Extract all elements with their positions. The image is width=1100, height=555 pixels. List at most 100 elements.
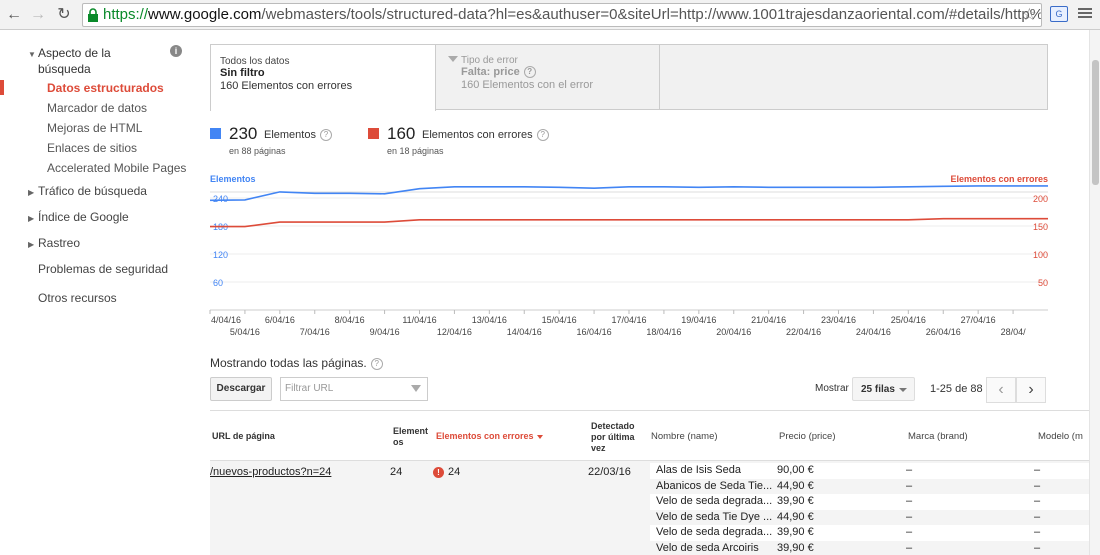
header-name[interactable]: Nombre (name) xyxy=(651,431,718,442)
x-tick-label: 15/04/16 xyxy=(542,315,577,325)
tab-error-type[interactable]: Tipo de error Falta: price? 160 Elemento… xyxy=(436,44,660,110)
sidebar-group-crawl[interactable]: ▶ Rastreo xyxy=(28,236,80,250)
showing-label: Mostrando todas las páginas. xyxy=(210,356,367,370)
x-tick-label: 22/04/16 xyxy=(786,327,821,337)
back-arrow-icon[interactable]: ← xyxy=(4,5,24,25)
collapsed-triangle-icon: ▶ xyxy=(28,214,35,223)
x-tick-label: 25/04/16 xyxy=(891,315,926,325)
reload-icon[interactable]: ↻ xyxy=(54,5,74,25)
collapsed-triangle-icon: ▶ xyxy=(28,240,35,249)
list-item: Velo de seda Arcoiris 39,90 € – – xyxy=(650,541,1089,555)
group-label: Índice de Google xyxy=(38,210,129,224)
right-tick-label: 50 xyxy=(1038,278,1048,288)
tab-all-title: Sin filtro xyxy=(220,67,265,79)
rows-per-page-select[interactable]: 25 filas xyxy=(852,377,915,401)
x-tick-label: 24/04/16 xyxy=(856,327,891,337)
sidebar-item-structured-data[interactable]: Datos estructurados xyxy=(47,81,164,95)
address-bar[interactable]: https://www.google.com/webmasters/tools/… xyxy=(82,3,1042,27)
header-detected[interactable]: Detectado por última vez xyxy=(591,421,635,454)
url-text: https://www.google.com/webmasters/tools/… xyxy=(103,6,1041,23)
sidebar-item-other-resources[interactable]: Otros recursos xyxy=(38,291,117,305)
section-title-line1: Aspecto de la xyxy=(38,46,111,60)
forward-arrow-icon[interactable]: → xyxy=(28,5,48,25)
info-icon[interactable]: i xyxy=(170,45,182,57)
tab-all-small: Todos los datos xyxy=(220,56,290,67)
x-tick-label: 9/04/16 xyxy=(370,327,400,337)
header-price[interactable]: Precio (price) xyxy=(779,431,836,442)
right-tick-label: 100 xyxy=(1033,250,1048,260)
tab-error-title-text: Falta: price xyxy=(461,66,520,78)
row-url-link[interactable]: /nuevos-productos?n=24 xyxy=(210,466,331,478)
product-name: Velo de seda Tie Dye ... xyxy=(656,510,773,523)
next-page-button[interactable]: › xyxy=(1016,377,1046,403)
browser-menu-icon[interactable] xyxy=(1078,6,1092,22)
items-count: 230 xyxy=(229,124,258,143)
tab-all-data[interactable]: Todos los datos Sin filtro 160 Elementos… xyxy=(210,44,436,111)
filter-funnel-icon[interactable] xyxy=(411,385,421,392)
row-errors-value: 24 xyxy=(448,466,461,478)
help-icon[interactable]: ? xyxy=(370,357,383,370)
x-tick-label: 5/04/16 xyxy=(230,327,260,337)
collapsed-triangle-icon: ▶ xyxy=(28,188,35,197)
right-tick-label: 150 xyxy=(1033,222,1048,232)
errors-pages: en 18 páginas xyxy=(387,146,444,156)
x-tick-label: 14/04/16 xyxy=(507,327,542,337)
product-price: 39,90 € xyxy=(777,541,814,554)
sidebar-section-search-appearance[interactable]: ▼ Aspecto de la búsqueda xyxy=(28,46,111,76)
bookmark-star-icon[interactable]: ☆ xyxy=(1022,5,1037,25)
items-label-text: Elementos xyxy=(264,129,316,141)
product-name: Alas de Isis Seda xyxy=(656,464,741,476)
sidebar-group-search-traffic[interactable]: ▶ Tráfico de búsqueda xyxy=(28,184,147,198)
sidebar-item-security-issues[interactable]: Problemas de seguridad xyxy=(38,262,168,276)
scrollbar-thumb[interactable] xyxy=(1092,60,1099,185)
header-model[interactable]: Modelo (m xyxy=(1038,431,1083,442)
header-errors[interactable]: Elementos con errores xyxy=(436,431,543,442)
errors-label: Elementos con errores? xyxy=(422,129,549,142)
sidebar-item-sitelinks[interactable]: Enlaces de sitios xyxy=(47,141,137,155)
extension-icon[interactable]: G xyxy=(1050,6,1068,22)
row-items: 24 xyxy=(390,466,403,478)
prev-page-button[interactable]: ‹ xyxy=(986,377,1016,403)
header-errors-text: Elementos con errores xyxy=(436,431,534,441)
browser-toolbar: ← → ↻ https://www.google.com/webmasters/… xyxy=(0,0,1100,30)
product-price: 90,00 € xyxy=(777,464,814,476)
sidebar-item-amp[interactable]: Accelerated Mobile Pages xyxy=(47,161,186,175)
product-brand: – xyxy=(906,526,913,538)
product-brand: – xyxy=(906,464,913,476)
download-button[interactable]: Descargar xyxy=(210,377,272,401)
help-icon[interactable]: ? xyxy=(536,129,549,142)
items-label: Elementos? xyxy=(264,129,332,142)
header-url[interactable]: URL de página xyxy=(212,431,275,442)
sidebar-item-html-improvements[interactable]: Mejoras de HTML xyxy=(47,121,142,135)
url-host: www.google.com xyxy=(148,6,262,23)
x-tick-label: 17/04/16 xyxy=(611,315,646,325)
page-scrollbar[interactable] xyxy=(1089,30,1100,555)
x-tick-label: 18/04/16 xyxy=(646,327,681,337)
group-label: Rastreo xyxy=(38,236,81,250)
help-icon[interactable]: ? xyxy=(523,66,536,79)
header-brand[interactable]: Marca (brand) xyxy=(908,431,968,442)
header-items-line1: Element xyxy=(393,426,429,436)
errors-count: 160 xyxy=(387,124,416,143)
x-tick-label: 7/04/16 xyxy=(300,327,330,337)
show-label: Mostrar xyxy=(815,383,849,394)
filter-tabs: Todos los datos Sin filtro 160 Elementos… xyxy=(210,44,1048,111)
sidebar-group-google-index[interactable]: ▶ Índice de Google xyxy=(28,210,129,224)
product-brand: – xyxy=(906,479,913,492)
tab-error-count: 160 Elementos con el error xyxy=(461,79,594,91)
help-icon[interactable]: ? xyxy=(319,129,332,142)
lock-icon xyxy=(88,8,98,22)
header-detected-line2: por última xyxy=(591,432,635,442)
items-pages: en 88 páginas xyxy=(229,146,286,156)
x-tick-label: 23/04/16 xyxy=(821,315,856,325)
product-brand: – xyxy=(906,541,913,554)
right-tick-label: 200 xyxy=(1033,194,1048,204)
items-color-swatch xyxy=(210,128,221,139)
header-items[interactable]: Element os xyxy=(393,426,428,448)
filter-url-input[interactable]: Filtrar URL xyxy=(280,377,428,401)
x-tick-label: 28/04/ xyxy=(1001,327,1027,337)
rows-value: 25 filas xyxy=(861,384,895,395)
x-tick-label: 27/04/16 xyxy=(961,315,996,325)
sidebar-item-data-highlighter[interactable]: Marcador de datos xyxy=(47,101,147,115)
left-tick-label: 240 xyxy=(213,194,228,204)
